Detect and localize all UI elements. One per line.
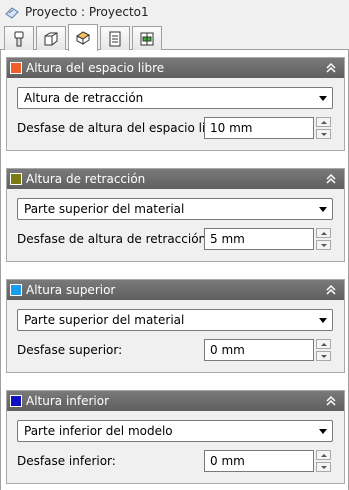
spin-up-button[interactable] — [316, 450, 331, 460]
spin-up-button[interactable] — [316, 339, 331, 349]
tab-tool[interactable] — [4, 26, 34, 50]
clearance-offset-spinner[interactable] — [316, 117, 331, 139]
panel-title: Altura del espacio libre — [26, 61, 165, 75]
tab-setup[interactable] — [132, 26, 162, 50]
top-reference-select[interactable]: Parte superior del material — [17, 309, 333, 331]
window-title: Proyecto : Proyecto1 — [25, 5, 149, 19]
chevron-down-icon — [319, 207, 327, 212]
tab-sheet[interactable] — [100, 26, 130, 50]
retract-offset-label: Desfase de altura de retracción: — [17, 232, 211, 246]
input-value: 10 mm — [210, 121, 253, 135]
collapse-icon[interactable] — [324, 172, 338, 186]
select-value: Parte superior del material — [24, 202, 185, 216]
panel-retract-height: Altura de retracción Parte superior del … — [6, 168, 345, 262]
spin-up-button[interactable] — [316, 117, 331, 127]
input-value: 0 mm — [210, 343, 245, 357]
input-value: 5 mm — [210, 232, 245, 246]
tool-icon — [14, 31, 24, 46]
retract-reference-select[interactable]: Parte superior del material — [17, 198, 333, 220]
select-value: Parte inferior del modelo — [24, 424, 173, 438]
tab-heights[interactable] — [68, 24, 98, 51]
select-value: Parte superior del material — [24, 313, 185, 327]
panel-top-height: Altura superior Parte superior del mater… — [6, 279, 345, 373]
panel-title: Altura de retracción — [26, 172, 146, 186]
tab-stock[interactable] — [36, 26, 66, 50]
chevron-down-icon — [319, 96, 327, 101]
spin-down-button[interactable] — [316, 351, 331, 361]
panel-title: Altura superior — [26, 283, 116, 297]
panel-header: Altura inferior — [7, 391, 344, 411]
panel-title: Altura inferior — [26, 394, 110, 408]
panel-header: Altura superior — [7, 280, 344, 300]
bottom-offset-spinner[interactable] — [316, 450, 331, 472]
chevron-down-icon — [319, 429, 327, 434]
input-value: 0 mm — [210, 454, 245, 468]
spin-up-button[interactable] — [316, 228, 331, 238]
collapse-icon[interactable] — [324, 283, 338, 297]
top-offset-label: Desfase superior: — [17, 343, 123, 357]
sheet-icon — [109, 31, 121, 46]
panel-bottom-height: Altura inferior Parte inferior del model… — [6, 390, 345, 484]
title-bar: Proyecto : Proyecto1 — [0, 0, 349, 24]
panel-header: Altura de retracción — [7, 169, 344, 189]
project-icon — [5, 7, 19, 19]
chevron-down-icon — [319, 318, 327, 323]
panel-clearance-height: Altura del espacio libre Altura de retra… — [6, 57, 345, 151]
spin-down-button[interactable] — [316, 462, 331, 472]
spin-down-button[interactable] — [316, 129, 331, 139]
clearance-reference-select[interactable]: Altura de retracción — [17, 87, 333, 109]
tab-bar — [0, 24, 349, 51]
color-swatch — [10, 284, 22, 296]
bottom-offset-input[interactable]: 0 mm — [204, 450, 314, 472]
collapse-icon[interactable] — [324, 394, 338, 408]
retract-offset-input[interactable]: 5 mm — [204, 228, 314, 250]
clearance-offset-label: Desfase de altura del espacio lib... — [17, 121, 225, 135]
select-value: Altura de retracción — [24, 91, 144, 105]
clearance-offset-input[interactable]: 10 mm — [204, 117, 314, 139]
spin-down-button[interactable] — [316, 240, 331, 250]
panel-header: Altura del espacio libre — [7, 58, 344, 78]
bottom-offset-label: Desfase inferior: — [17, 454, 116, 468]
color-swatch — [10, 395, 22, 407]
bottom-reference-select[interactable]: Parte inferior del modelo — [17, 420, 333, 442]
top-offset-input[interactable]: 0 mm — [204, 339, 314, 361]
collapse-icon[interactable] — [324, 61, 338, 75]
heights-content: Altura del espacio libre Altura de retra… — [0, 50, 349, 490]
retract-offset-spinner[interactable] — [316, 228, 331, 250]
setup-icon — [140, 32, 154, 45]
stock-icon — [44, 32, 58, 45]
heights-icon — [76, 31, 90, 45]
top-offset-spinner[interactable] — [316, 339, 331, 361]
color-swatch — [10, 173, 22, 185]
color-swatch — [10, 62, 22, 74]
